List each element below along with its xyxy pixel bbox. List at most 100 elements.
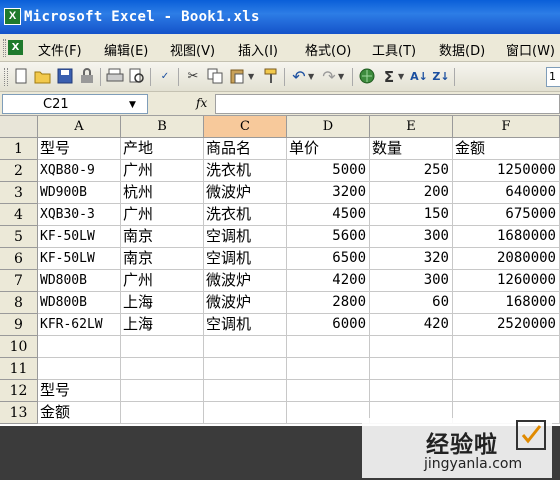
cell-d8[interactable]: 2800 [287, 292, 370, 314]
cell-f4[interactable]: 675000 [453, 204, 560, 226]
cell-c5[interactable]: 空调机 [204, 226, 287, 248]
cell-a2[interactable]: XQB80-9 [38, 160, 121, 182]
formula-input[interactable] [215, 94, 560, 114]
open-icon[interactable] [34, 68, 52, 86]
cell-e7[interactable]: 300 [370, 270, 453, 292]
cell-c7[interactable]: 微波炉 [204, 270, 287, 292]
sort-ascending-icon[interactable]: A↓ [410, 68, 428, 86]
name-box[interactable]: C21 ▼ [2, 94, 148, 114]
menu-view[interactable]: 视图(V) [170, 40, 215, 59]
row-header-4[interactable]: 4 [0, 204, 38, 226]
hyperlink-icon[interactable] [358, 68, 376, 86]
cell-f11[interactable] [453, 358, 560, 380]
cell-c3[interactable]: 微波炉 [204, 182, 287, 204]
cell-a5[interactable]: KF-50LW [38, 226, 121, 248]
undo-dropdown-icon[interactable]: ▼ [308, 68, 314, 86]
row-header-10[interactable]: 10 [0, 336, 38, 358]
cell-f1[interactable]: 金额 [453, 138, 560, 160]
cell-c12[interactable] [204, 380, 287, 402]
row-header-1[interactable]: 1 [0, 138, 38, 160]
menu-tools[interactable]: 工具(T) [372, 40, 416, 59]
cell-b2[interactable]: 广州 [121, 160, 204, 182]
cell-c1[interactable]: 商品名 [204, 138, 287, 160]
cell-b11[interactable] [121, 358, 204, 380]
spelling-icon[interactable]: ✓ [156, 68, 174, 86]
column-header-c[interactable]: C [204, 116, 287, 138]
name-box-dropdown-icon[interactable]: ▼ [129, 100, 136, 110]
row-header-11[interactable]: 11 [0, 358, 38, 380]
row-header-9[interactable]: 9 [0, 314, 38, 336]
cell-b1[interactable]: 产地 [121, 138, 204, 160]
cell-a11[interactable] [38, 358, 121, 380]
cell-d6[interactable]: 6500 [287, 248, 370, 270]
print-preview-icon[interactable] [128, 68, 146, 86]
cell-b6[interactable]: 南京 [121, 248, 204, 270]
permission-icon[interactable] [78, 68, 96, 86]
column-header-a[interactable]: A [38, 116, 121, 138]
cell-a12[interactable]: 型号 [38, 380, 121, 402]
cell-a3[interactable]: WD900B [38, 182, 121, 204]
cell-f5[interactable]: 1680000 [453, 226, 560, 248]
cell-d7[interactable]: 4200 [287, 270, 370, 292]
undo-icon[interactable]: ↶ [290, 68, 308, 86]
copy-icon[interactable] [206, 68, 224, 86]
cell-e2[interactable]: 250 [370, 160, 453, 182]
cell-e9[interactable]: 420 [370, 314, 453, 336]
print-icon[interactable] [106, 68, 124, 86]
cell-b9[interactable]: 上海 [121, 314, 204, 336]
cell-f7[interactable]: 1260000 [453, 270, 560, 292]
cell-e5[interactable]: 300 [370, 226, 453, 248]
menu-edit[interactable]: 编辑(E) [104, 40, 148, 59]
format-painter-icon[interactable] [262, 68, 280, 86]
cell-c6[interactable]: 空调机 [204, 248, 287, 270]
row-header-5[interactable]: 5 [0, 226, 38, 248]
insert-function-icon[interactable]: fx [196, 96, 207, 110]
select-all-corner[interactable] [0, 116, 38, 138]
cell-b8[interactable]: 上海 [121, 292, 204, 314]
column-header-e[interactable]: E [370, 116, 453, 138]
cell-b12[interactable] [121, 380, 204, 402]
row-header-13[interactable]: 13 [0, 402, 38, 424]
paste-icon[interactable] [228, 68, 246, 86]
cell-a1[interactable]: 型号 [38, 138, 121, 160]
column-header-f[interactable]: F [453, 116, 560, 138]
cell-d5[interactable]: 5600 [287, 226, 370, 248]
cell-e11[interactable] [370, 358, 453, 380]
cell-a6[interactable]: KF-50LW [38, 248, 121, 270]
column-header-d[interactable]: D [287, 116, 370, 138]
row-header-2[interactable]: 2 [0, 160, 38, 182]
toolbar-grip-icon[interactable] [4, 68, 8, 86]
cell-e6[interactable]: 320 [370, 248, 453, 270]
cell-c10[interactable] [204, 336, 287, 358]
excel-app-icon[interactable]: X [4, 8, 21, 25]
cell-c9[interactable]: 空调机 [204, 314, 287, 336]
cell-e1[interactable]: 数量 [370, 138, 453, 160]
row-header-12[interactable]: 12 [0, 380, 38, 402]
menu-data[interactable]: 数据(D) [439, 40, 485, 59]
save-icon[interactable] [56, 68, 74, 86]
row-header-3[interactable]: 3 [0, 182, 38, 204]
cell-f6[interactable]: 2080000 [453, 248, 560, 270]
sort-descending-icon[interactable]: Z↓ [432, 68, 450, 86]
cut-icon[interactable]: ✂ [184, 68, 202, 86]
cell-e10[interactable] [370, 336, 453, 358]
cell-d1[interactable]: 单价 [287, 138, 370, 160]
cell-f9[interactable]: 2520000 [453, 314, 560, 336]
menu-window[interactable]: 窗口(W) [506, 40, 555, 59]
cell-e8[interactable]: 60 [370, 292, 453, 314]
cell-f12[interactable] [453, 380, 560, 402]
cell-f2[interactable]: 1250000 [453, 160, 560, 182]
cell-f10[interactable] [453, 336, 560, 358]
cell-e12[interactable] [370, 380, 453, 402]
cell-d9[interactable]: 6000 [287, 314, 370, 336]
cell-d12[interactable] [287, 380, 370, 402]
cell-e3[interactable]: 200 [370, 182, 453, 204]
menu-grip-icon[interactable] [3, 39, 6, 57]
row-header-7[interactable]: 7 [0, 270, 38, 292]
autosum-icon[interactable]: Σ [380, 68, 398, 86]
menu-format[interactable]: 格式(O) [305, 40, 351, 59]
cell-a10[interactable] [38, 336, 121, 358]
cell-a9[interactable]: KFR-62LW [38, 314, 121, 336]
autosum-dropdown-icon[interactable]: ▼ [398, 68, 404, 86]
cell-c11[interactable] [204, 358, 287, 380]
